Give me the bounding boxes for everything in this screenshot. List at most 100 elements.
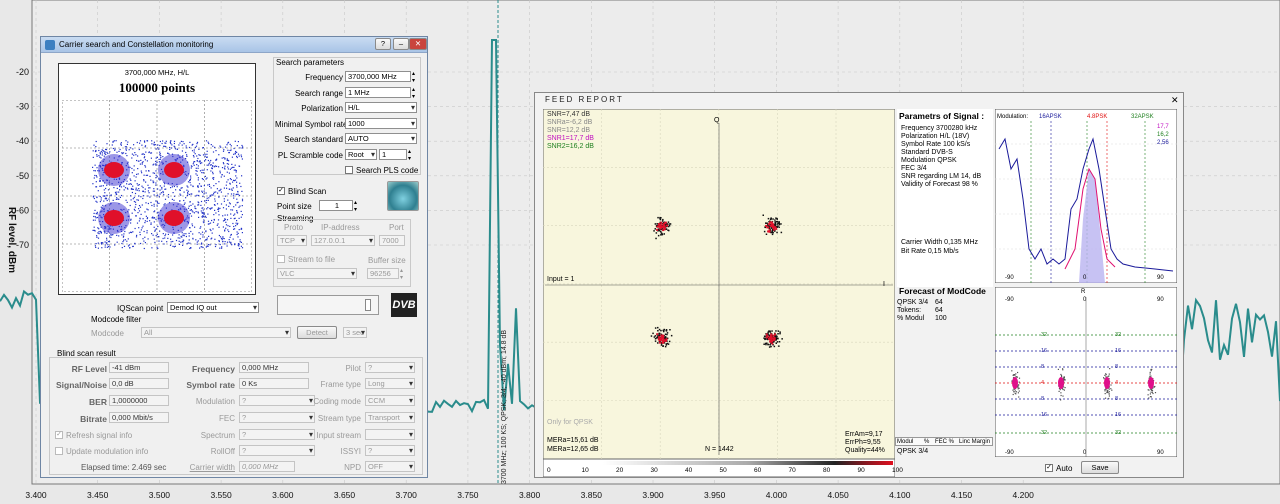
scale-tick: 90 — [857, 467, 865, 474]
params-heading: Parametrs of Signal : — [899, 111, 985, 121]
ber-label: BER — [89, 397, 107, 407]
mer-a: MERa=15,61 dB — [547, 437, 599, 444]
satellite-icon[interactable] — [387, 181, 419, 211]
ring-labels: 32 32 16 16 8 8 4 4 8 8 16 16 32 32 — [995, 287, 1177, 457]
rolloff-result-label: RollOff — [210, 447, 235, 456]
err-am: ErrAm=9,17 — [845, 431, 883, 438]
title-bar[interactable]: Carrier search and Constellation monitor… — [41, 37, 427, 53]
frequency-spinner[interactable]: ▴ ▾ — [412, 70, 415, 84]
update-mod-checkbox[interactable] — [55, 447, 63, 455]
dvb-logo: DVB — [391, 293, 417, 317]
help-button[interactable]: ? — [375, 38, 391, 50]
iqscan-select[interactable]: Demod IQ out — [167, 302, 259, 313]
fec-result-select[interactable]: ? — [239, 412, 315, 423]
snr-line: SNR=7,47 dB — [547, 111, 590, 118]
pilot-label: Pilot — [345, 364, 361, 373]
iqscan-label: IQScan point — [117, 304, 164, 313]
input-stream-select[interactable] — [365, 429, 415, 440]
forecast-row-label: % Modul — [897, 315, 925, 322]
val1-label: 17,7 — [1157, 124, 1169, 130]
close-button[interactable]: ✕ — [409, 38, 427, 50]
param-line: Standard DVB-S — [901, 149, 953, 156]
rolloff-result-select[interactable]: ? — [239, 445, 315, 456]
spectrum-result-select[interactable]: ? — [239, 429, 315, 440]
y-tick: -40 — [16, 136, 29, 146]
x-tick: 3.950 — [704, 490, 726, 500]
stream-file-label: Stream to file — [288, 255, 336, 264]
polarization-select[interactable]: H/L — [345, 102, 417, 113]
scale-tick: 50 — [719, 467, 727, 474]
pls-label: PL Scramble code — [277, 151, 343, 160]
frequency-input[interactable]: 3700,000 MHz — [345, 71, 411, 82]
range-spinner[interactable]: ▴ ▾ — [412, 86, 415, 100]
polarization-label: Polarization — [301, 104, 343, 113]
scale-tick: 10 — [581, 467, 589, 474]
proto-select[interactable]: TCP — [277, 235, 307, 246]
feed-close-button[interactable]: ✕ — [1171, 95, 1179, 106]
buffer-spinner[interactable]: ▴ ▾ — [400, 267, 403, 281]
snr-line: SNRa=-6,2 dB — [547, 119, 593, 126]
forecast-row-label: QPSK 3/4 — [897, 299, 929, 306]
ring-label: 32 — [1115, 332, 1122, 338]
save-button[interactable]: Save — [1081, 461, 1119, 474]
param-line: Modulation QPSK — [901, 157, 957, 164]
frame-select[interactable]: Long — [365, 378, 415, 389]
stream-type-select[interactable]: Transport — [365, 412, 415, 423]
detect-button[interactable]: Detect — [297, 326, 337, 339]
point-size-input[interactable]: 1 — [319, 200, 353, 211]
stream-type-label: Stream type — [317, 414, 361, 423]
ring-label: 16 — [1115, 412, 1122, 418]
progress-box — [277, 295, 379, 315]
feed-report-window[interactable]: FEED REPORT ✕ SNR=7,47 dB SNRa=-6,2 dB S… — [534, 92, 1184, 478]
blind-scan-checkbox[interactable]: ✓ — [277, 187, 285, 195]
buffer-input[interactable]: 96256 — [367, 268, 399, 279]
mod-result-select[interactable]: ? — [239, 395, 315, 406]
val2-label: 16,2 — [1157, 132, 1169, 138]
interval-select[interactable]: 3 sec — [343, 327, 367, 338]
stream-file-checkbox[interactable] — [277, 255, 285, 263]
range-input[interactable]: 1 MHz — [345, 87, 411, 98]
scale-tick: 0 — [547, 467, 551, 474]
param-line: SNR regarding LM 14, dB — [901, 173, 982, 180]
modcode-heading: Modcode filter — [91, 315, 142, 324]
sr-result-value: 0 Ks — [239, 378, 309, 389]
bitrate-label: Bitrate — [80, 414, 107, 424]
minimize-button[interactable]: – — [393, 38, 409, 50]
carrier-search-window[interactable]: Carrier search and Constellation monitor… — [40, 36, 428, 478]
param-line: Symbol Rate 100 kS/s — [901, 141, 971, 148]
auto-label: Auto — [1056, 464, 1073, 473]
auto-checkbox[interactable]: ✓ — [1045, 464, 1053, 472]
pilot-select[interactable]: ? — [365, 362, 415, 373]
ring-label: 32 — [1115, 430, 1122, 436]
table-header-cell: Modul — [897, 439, 914, 445]
issyi-select[interactable]: ? — [365, 445, 415, 456]
pls-mode-select[interactable]: Root — [345, 149, 377, 160]
search-pls-checkbox[interactable] — [345, 166, 353, 174]
scale-tick: 30 — [650, 467, 658, 474]
refresh-checkbox[interactable]: ✓ — [55, 431, 63, 439]
pls-code-input[interactable]: 1 — [379, 149, 407, 160]
ip-select[interactable]: 127.0.0.1 — [311, 235, 375, 246]
sr-result-label: Symbol rate — [186, 380, 235, 390]
snr-line: SNR=12,2 dB — [547, 127, 590, 134]
feed-constellation — [543, 109, 895, 459]
constellation-plot — [62, 100, 252, 292]
npd-select[interactable]: OFF — [365, 461, 415, 472]
pls-spinner[interactable]: ▴ ▾ — [408, 148, 411, 162]
y-tick: -20 — [16, 67, 29, 77]
progress-indicator — [365, 299, 371, 311]
point-size-spinner[interactable]: ▴ ▾ — [354, 199, 357, 213]
sn-label: Signal/Noise — [55, 380, 107, 390]
proto-label: Proto — [284, 223, 304, 232]
port-input[interactable]: 7000 — [379, 235, 405, 246]
modcode-select[interactable]: All — [141, 327, 291, 338]
ring-label: 16 — [1041, 412, 1048, 418]
standard-select[interactable]: AUTO — [345, 133, 417, 144]
coding-select[interactable]: CCM — [365, 395, 415, 406]
rf-level-label: RF Level — [71, 364, 107, 374]
min-sr-select[interactable]: 1000 — [345, 118, 417, 129]
val3-label: 2,56 — [1157, 140, 1169, 146]
ring-label: 32 — [1041, 332, 1048, 338]
player-select[interactable]: VLC — [277, 268, 357, 279]
input-label: Input = 1 — [547, 276, 575, 283]
